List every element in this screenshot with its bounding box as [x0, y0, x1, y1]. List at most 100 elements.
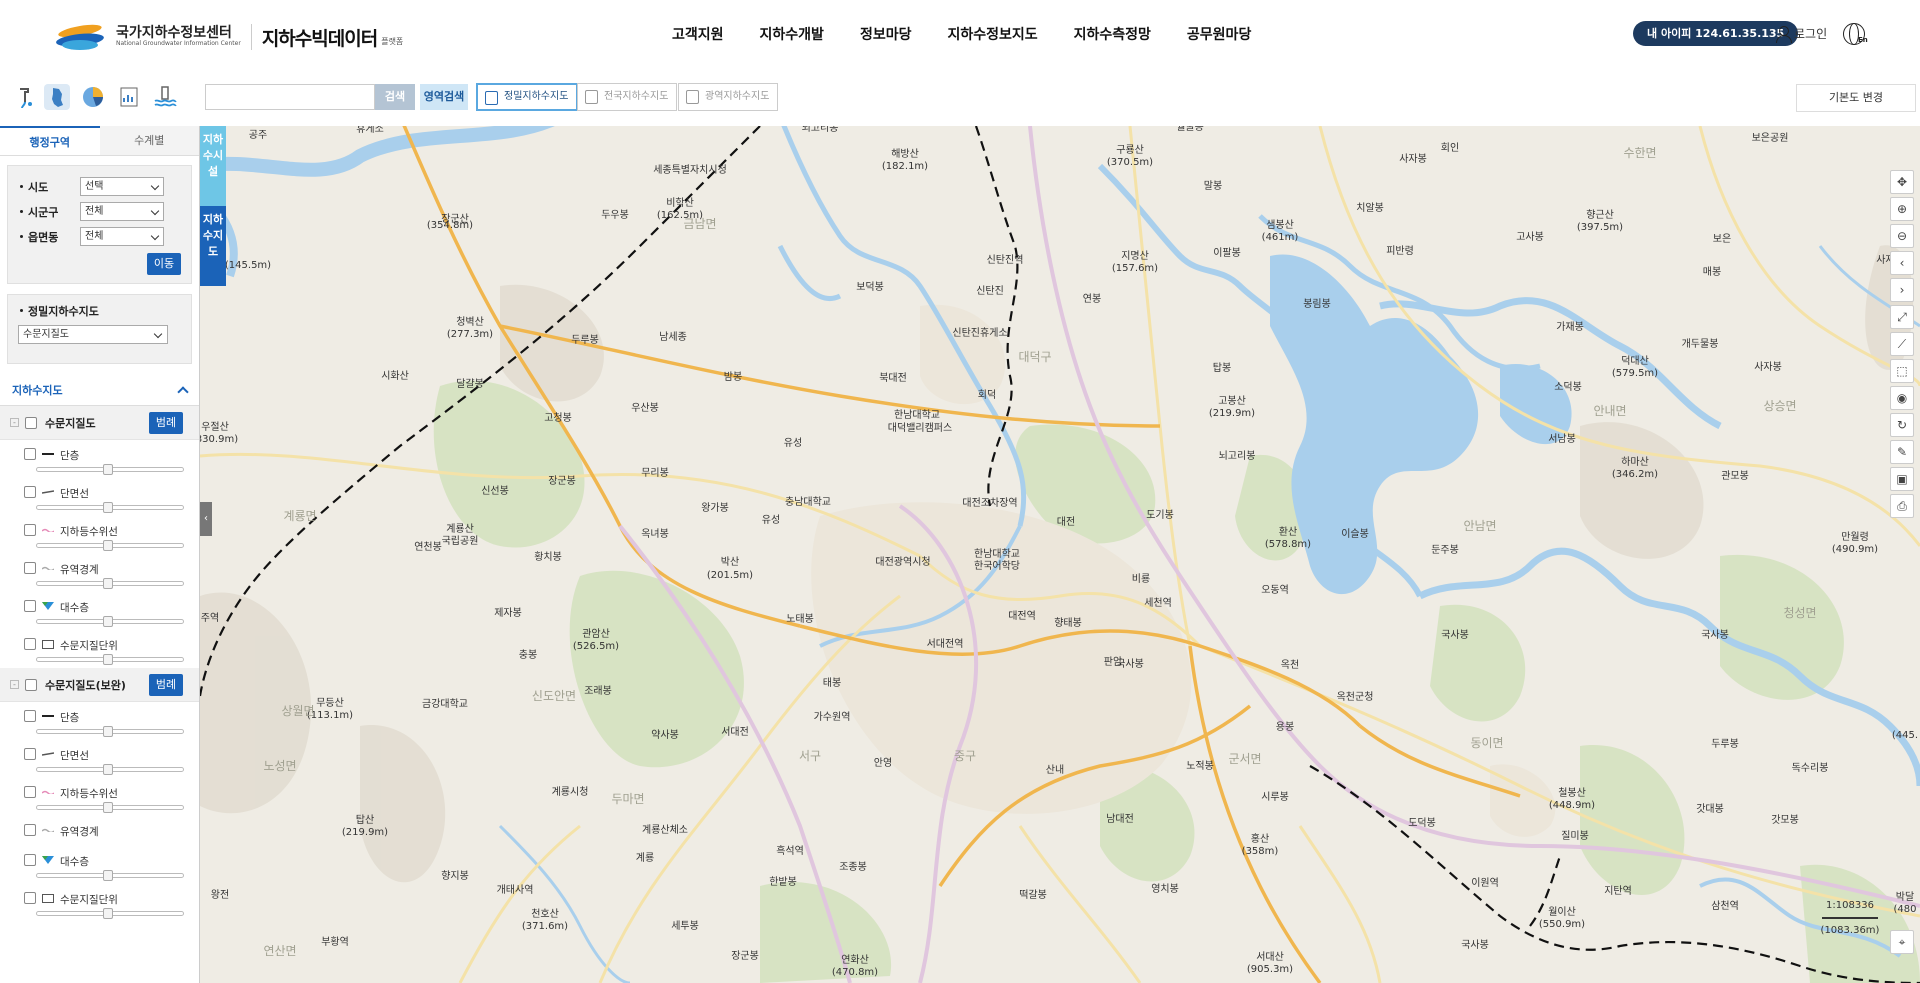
regional-groundwater-map-button[interactable]: 광역지하수지도	[678, 83, 779, 111]
map-view[interactable]: 세종특별자치시청 비학산 (162.5m) 금남면 두우봉 장군산 (354.8m) 청벽산(…	[200, 126, 1920, 983]
collapse-panel-button[interactable]: ‹	[200, 502, 212, 536]
locate-icon[interactable]: ⌖	[1890, 930, 1914, 954]
layer-checkbox[interactable]	[24, 562, 36, 574]
groundwater-map-section-header[interactable]: 지하수지도	[0, 374, 199, 406]
nav-groundwater-map[interactable]: 지하수정보지도	[947, 24, 1037, 44]
opacity-slider[interactable]	[36, 764, 184, 775]
nav-monitoring-network[interactable]: 지하수측정망	[1074, 24, 1151, 44]
layer-item-aquifer: 대수층	[0, 592, 199, 630]
water-level-icon[interactable]	[152, 84, 178, 110]
map-canvas[interactable]: 세종특별자치시청비학산(162.5m)금남면두우봉장군산(354.8m)청벽산(…	[200, 126, 1920, 983]
chart-icon[interactable]	[80, 84, 106, 110]
tab-watershed[interactable]: 수계별	[99, 126, 199, 155]
opacity-slider[interactable]	[36, 654, 184, 665]
layer-item-watershed-boundary: 유역경계	[0, 816, 199, 846]
layer-checkbox[interactable]	[24, 786, 36, 798]
opacity-slider[interactable]	[36, 616, 184, 627]
opacity-slider[interactable]	[36, 870, 184, 881]
area-search-button[interactable]: 영역검색	[420, 84, 468, 110]
layer-checkbox[interactable]	[24, 854, 36, 866]
fullscreen-icon[interactable]: ⤢	[1890, 305, 1914, 329]
measure-area-icon[interactable]: ⬚	[1890, 359, 1914, 383]
slider-handle[interactable]	[103, 802, 113, 813]
basemap-change-button[interactable]: 기본도 변경	[1796, 84, 1916, 112]
layer-checkbox[interactable]	[24, 600, 36, 612]
slider-handle[interactable]	[103, 654, 113, 665]
platform-suffix: 플랫폼	[381, 36, 404, 46]
language-label[interactable]: En	[1858, 36, 1868, 44]
layer-checkbox[interactable]	[24, 748, 36, 760]
map-label: 왕가봉	[701, 502, 729, 514]
tab-administrative[interactable]: 행정구역	[0, 126, 100, 155]
slider-handle[interactable]	[103, 502, 113, 513]
edit-icon[interactable]: ✎	[1890, 440, 1914, 464]
legend-button[interactable]: 범례	[149, 674, 183, 696]
slider-handle[interactable]	[103, 578, 113, 589]
nav-officials-plaza[interactable]: 공무원마당	[1187, 24, 1251, 44]
group-checkbox[interactable]	[25, 416, 37, 429]
search-button[interactable]: 검색	[375, 84, 415, 110]
zoom-out-icon[interactable]: ⊖	[1890, 224, 1914, 248]
chevron-up-icon[interactable]	[177, 385, 189, 398]
groundwater-map-tab[interactable]: 지하수지도	[200, 206, 226, 286]
measure-distance-icon[interactable]: ⟋	[1890, 332, 1914, 356]
expand-icon[interactable]: -	[10, 680, 19, 689]
login-link[interactable]: 로그인	[1776, 25, 1827, 43]
sigungu-select[interactable]: 전체	[80, 202, 164, 221]
layer-checkbox[interactable]	[24, 486, 36, 498]
opacity-slider[interactable]	[36, 726, 184, 737]
slider-handle[interactable]	[103, 616, 113, 627]
map-label: 국사봉	[1701, 629, 1729, 641]
report-icon[interactable]	[116, 84, 142, 110]
layer-checkbox[interactable]	[24, 638, 36, 650]
boundary-line-icon	[42, 566, 54, 570]
org-logo[interactable]: 국가지하수정보센터 National Groundwater Informati…	[55, 22, 404, 52]
group-name: 수문지질도(보완)	[45, 678, 126, 692]
print-icon[interactable]: ⎙	[1890, 494, 1914, 518]
next-icon[interactable]: ›	[1890, 278, 1914, 302]
layer-checkbox[interactable]	[24, 892, 36, 904]
slider-handle[interactable]	[103, 764, 113, 775]
slider-handle[interactable]	[103, 726, 113, 737]
korea-map-icon[interactable]	[44, 84, 70, 110]
sido-label: 시도	[18, 179, 80, 195]
layer-checkbox[interactable]	[24, 710, 36, 722]
legend-button[interactable]: 범례	[149, 412, 183, 434]
opacity-slider[interactable]	[36, 502, 184, 513]
nav-info-plaza[interactable]: 정보마당	[860, 24, 912, 44]
national-groundwater-map-button[interactable]: 전국지하수지도	[577, 83, 678, 111]
precise-groundwater-map-button[interactable]: 정밀지하수지도	[476, 83, 579, 111]
groundwater-facility-icon[interactable]	[12, 84, 38, 110]
slider-handle[interactable]	[103, 540, 113, 551]
precise-map-select[interactable]: 수문지질도	[18, 325, 168, 344]
group-checkbox[interactable]	[25, 678, 37, 691]
opacity-slider[interactable]	[36, 464, 184, 475]
layer-checkbox[interactable]	[24, 824, 36, 836]
sido-select[interactable]: 선택	[80, 177, 164, 196]
reset-icon[interactable]: ↻	[1890, 413, 1914, 437]
groundwater-facility-tab[interactable]: 지하수시설	[200, 126, 226, 206]
map-label: 해방산	[891, 147, 919, 160]
opacity-slider[interactable]	[36, 802, 184, 813]
save-icon[interactable]: ▣	[1890, 467, 1914, 491]
eupmyeondong-select[interactable]: 전체	[80, 227, 164, 246]
move-button[interactable]: 이동	[147, 253, 181, 275]
map-label: 회덕	[978, 389, 996, 401]
nav-groundwater-development[interactable]: 지하수개발	[760, 24, 824, 44]
map-label: 용봉	[1276, 721, 1294, 733]
nav-customer-support[interactable]: 고객지원	[672, 24, 724, 44]
search-input[interactable]	[205, 84, 375, 110]
expand-icon[interactable]: -	[10, 418, 19, 427]
move-icon[interactable]: ✥	[1890, 170, 1914, 194]
prev-icon[interactable]: ‹	[1890, 251, 1914, 275]
slider-handle[interactable]	[103, 870, 113, 881]
radius-icon[interactable]: ◉	[1890, 386, 1914, 410]
zoom-in-icon[interactable]: ⊕	[1890, 197, 1914, 221]
opacity-slider[interactable]	[36, 540, 184, 551]
layer-checkbox[interactable]	[24, 524, 36, 536]
slider-handle[interactable]	[103, 464, 113, 475]
layer-checkbox[interactable]	[24, 448, 36, 460]
slider-handle[interactable]	[103, 908, 113, 919]
opacity-slider[interactable]	[36, 908, 184, 919]
opacity-slider[interactable]	[36, 578, 184, 589]
